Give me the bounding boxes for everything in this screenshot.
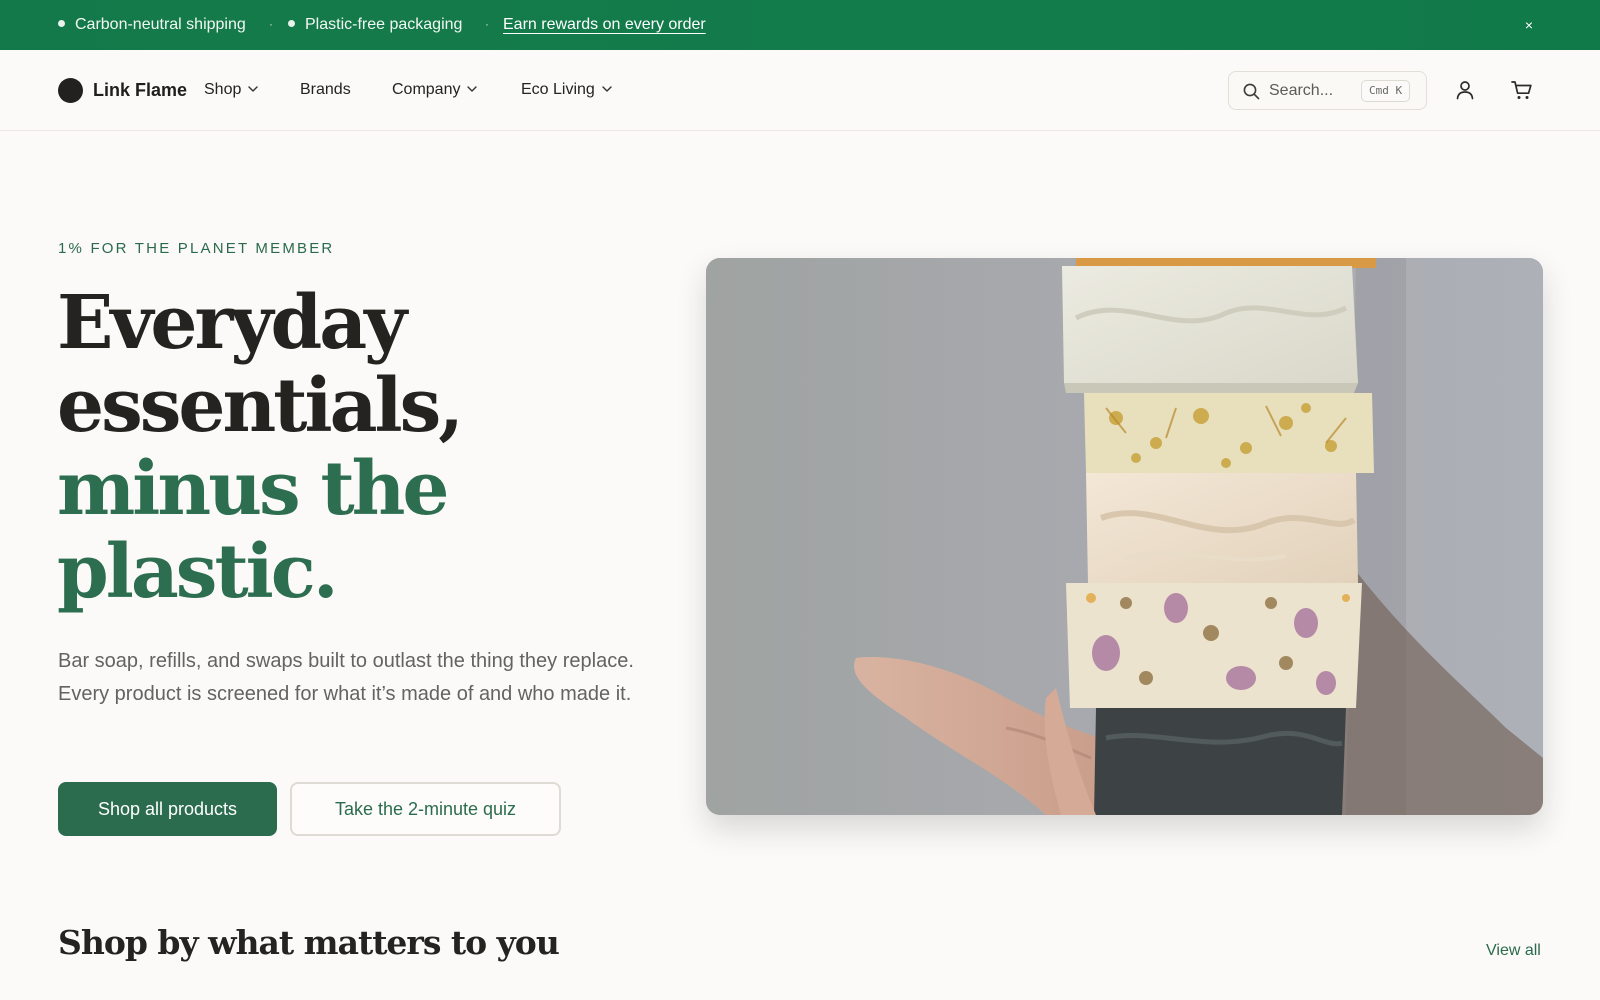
announcement-separator: ·	[269, 17, 273, 31]
brand-logo-icon[interactable]	[58, 78, 83, 103]
announcement-rewards-link-wrap: Earn rewards on every order	[503, 0, 706, 50]
hero-image	[706, 258, 1543, 815]
search-shortcut-badge: Cmd K	[1361, 80, 1411, 102]
hero-eyebrow: 1% FOR THE PLANET MEMBER	[58, 240, 335, 257]
shop-all-products-button[interactable]: Shop all products	[58, 782, 277, 836]
announcement-separator: ·	[485, 17, 489, 31]
bullet-dot-icon	[58, 20, 65, 28]
bullet-dot-icon	[288, 20, 295, 28]
nav-item-label: Brands	[300, 81, 351, 98]
nav-item-company[interactable]: Company	[392, 76, 478, 102]
nav-item-brands[interactable]: Brands	[300, 78, 351, 102]
user-icon[interactable]	[1453, 78, 1477, 102]
close-announcement-button[interactable]: ×	[1518, 14, 1540, 36]
soap-stack-illustration	[706, 258, 1543, 815]
cart-icon[interactable]	[1510, 78, 1534, 102]
hero-subtext: Bar soap, refills, and swaps built to ou…	[58, 650, 634, 705]
headline-accent-line: plastic.	[57, 529, 339, 615]
chevron-down-icon	[467, 76, 478, 100]
announcement-item-shipping: Carbon-neutral shipping	[58, 0, 246, 50]
take-quiz-button[interactable]: Take the 2-minute quiz	[290, 782, 561, 836]
nav-item-label: Shop	[204, 81, 242, 99]
headline-line: Everyday	[57, 280, 407, 366]
brand-name[interactable]: Link Flame	[93, 78, 187, 102]
hero-headline: Everyday essentials, minus the plastic.	[57, 282, 617, 614]
headline-line: essentials,	[57, 363, 464, 449]
search-placeholder: Search...	[1269, 82, 1334, 99]
view-all-link[interactable]: View all	[1486, 940, 1541, 962]
nav-item-shop[interactable]: Shop	[204, 76, 259, 102]
rewards-link[interactable]: Earn rewards on every order	[503, 16, 706, 33]
nav-item-label: Eco Living	[521, 81, 595, 99]
announcement-item-label: Carbon-neutral shipping	[75, 16, 246, 33]
search-input[interactable]: Search... Cmd K	[1228, 71, 1427, 110]
nav-item-eco-living[interactable]: Eco Living	[521, 78, 612, 102]
chevron-down-icon	[248, 76, 259, 100]
announcement-bar: Carbon-neutral shipping · Plastic-free p…	[0, 0, 1600, 50]
announcement-item-label: Plastic-free packaging	[305, 16, 463, 33]
headline-accent-line: minus the	[57, 446, 450, 532]
chevron-down-icon	[602, 76, 612, 100]
section-title: Shop by what matters to you	[58, 923, 560, 962]
site-header: Link Flame Shop Brands Company Eco Livin…	[0, 50, 1600, 131]
announcement-item-packaging: Plastic-free packaging	[288, 0, 462, 50]
search-icon	[1243, 83, 1260, 105]
nav-item-label: Company	[392, 81, 461, 99]
